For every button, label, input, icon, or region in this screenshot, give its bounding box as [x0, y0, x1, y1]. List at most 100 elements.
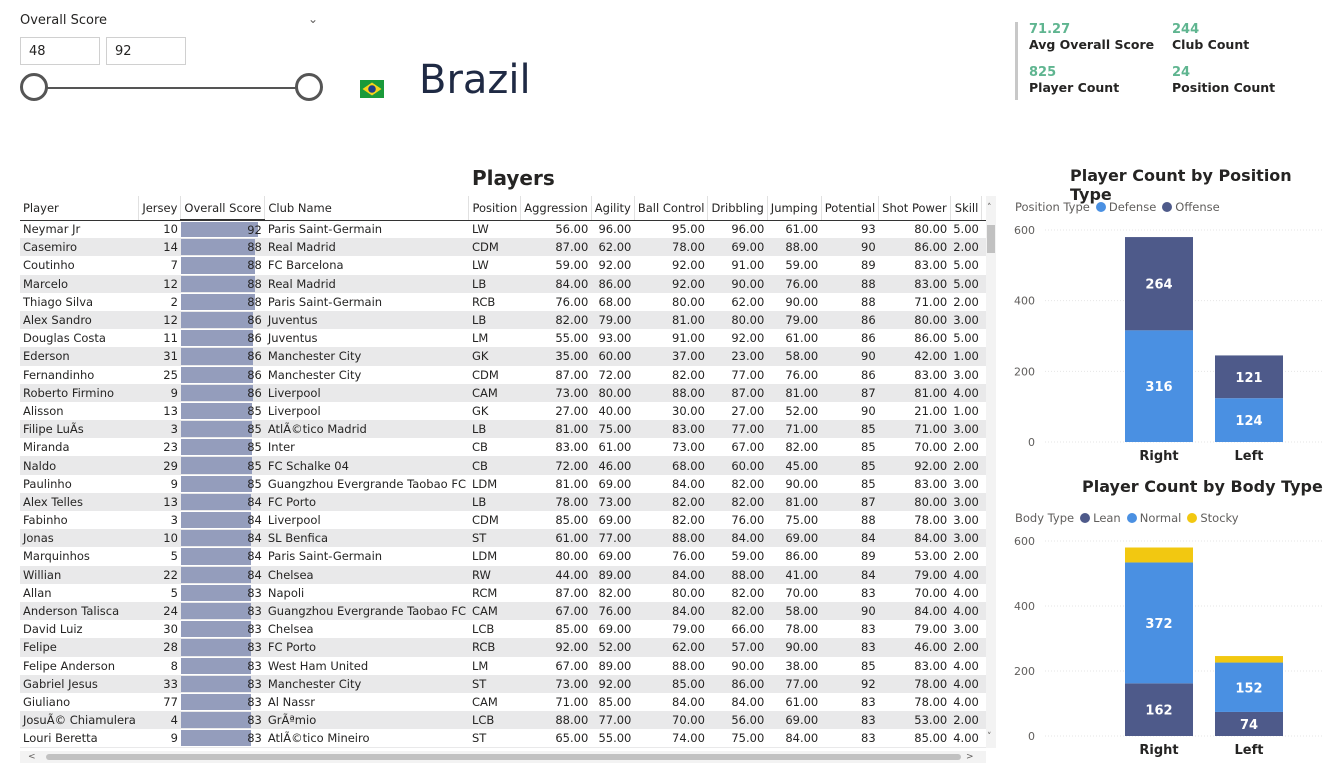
table-row[interactable]: Paulinho 9 85 Guangzhou Evergrande Taobao F… — [20, 475, 986, 493]
overall-score-cell: 83 — [180, 657, 265, 675]
legend-item[interactable]: Lean — [1093, 511, 1121, 525]
column-header[interactable]: Player — [20, 196, 140, 221]
chevron-down-icon[interactable]: ⌄ — [308, 12, 318, 26]
column-header[interactable]: Jumping — [767, 196, 822, 221]
column-header[interactable]: Agility — [591, 196, 635, 221]
table-row[interactable]: Anderson Talisca 24 83 Guangzhou Evergrande… — [20, 601, 986, 621]
scroll-right-icon[interactable]: > — [966, 752, 974, 762]
table-row[interactable]: Gabriel Jesus 33 83 Manchester City ST 73.00 9… — [20, 674, 986, 693]
table-row[interactable]: Giuliano 77 83 Al Nassr CAM 71.00 85.00 84.00 84… — [20, 693, 986, 711]
table-cell: 95.00 — [672, 222, 705, 237]
table-row[interactable]: Miranda 23 85 Inter CB 83.00 61.00 73.00 67.00 82… — [20, 438, 986, 456]
table-cell: Liverpool — [264, 383, 469, 402]
table-row[interactable]: Roberto Firmino 9 86 Liverpool CAM 73.00 80.00… — [20, 383, 986, 402]
column-header[interactable]: Shot Power — [878, 196, 951, 221]
table-row[interactable]: Neymar Jr 10 92 Paris Saint-Germain LW 56.00 9… — [20, 220, 986, 238]
column-header[interactable]: Potential — [821, 196, 880, 221]
vertical-scrollbar[interactable] — [986, 196, 996, 748]
kpi-avg-overall: 71.27 Avg Overall Score — [1029, 22, 1154, 52]
legend-item[interactable]: Normal — [1140, 511, 1182, 525]
table-row[interactable]: Alisson 13 85 Liverpool GK 27.00 40.00 30.00 27.… — [20, 402, 986, 420]
column-header[interactable]: Position — [468, 196, 522, 221]
bar-segment[interactable] — [1125, 547, 1193, 563]
score-value: 85 — [247, 403, 262, 418]
slicer-min-input[interactable]: 48 — [20, 37, 100, 65]
table-cell: 53.00 — [878, 711, 951, 730]
table-row[interactable]: Alex Telles 13 84 FC Porto LB 78.00 73.00 82.00… — [20, 492, 986, 511]
column-header[interactable]: Skill — [950, 196, 983, 221]
column-header[interactable]: Ball Control — [634, 196, 709, 221]
slider-min-handle[interactable] — [20, 73, 48, 101]
chart-title: Player Count by Body Type — [1082, 477, 1323, 496]
table-cell — [264, 747, 469, 748]
scroll-up-icon[interactable]: ˄ — [987, 203, 992, 213]
table-cell: 69.00 — [598, 549, 632, 564]
table-cell: 81.00 — [878, 383, 951, 402]
table-cell: 28 — [138, 638, 181, 657]
table-cell: 85.00 — [914, 731, 948, 746]
column-header[interactable]: Dribbling — [707, 196, 768, 221]
table-cell: 85.00 — [555, 622, 589, 637]
table-row[interactable]: Naldo 29 85 FC Schalke 04 CB 72.00 46.00 68.00 6… — [20, 456, 986, 475]
table-cell: 92.00 — [731, 331, 765, 346]
x-category-label: Right — [1139, 743, 1178, 758]
table-row[interactable]: Ederson 31 86 Manchester City GK 35.00 60.00 37… — [20, 347, 986, 366]
scroll-down-icon[interactable]: ˅ — [987, 732, 992, 742]
column-header[interactable]: Jersey — [138, 196, 182, 221]
column-header[interactable]: Aggression — [520, 196, 592, 221]
score-value: 83 — [247, 604, 262, 619]
score-value: 83 — [247, 694, 262, 709]
score-value: 85 — [247, 440, 262, 455]
table-cell: 88.00 — [672, 658, 705, 673]
table-cell: 87.00 — [555, 367, 589, 382]
table-row[interactable]: Felipe Anderson 8 83 West Ham United LM 67.00… — [20, 657, 986, 675]
table-cell: 85.00 — [555, 513, 589, 528]
table-cell: 25 — [163, 367, 178, 382]
slider-track[interactable] — [33, 87, 309, 89]
scroll-left-icon[interactable]: < — [28, 752, 36, 762]
column-header[interactable]: Overall Score — [180, 196, 266, 221]
chart-legend: Body Type Lean Normal Stocky — [1015, 511, 1239, 525]
legend-item[interactable]: Stocky — [1200, 511, 1238, 525]
table-row[interactable]: Casemiro 14 88 Real Madrid CDM 87.00 62.00 78.0… — [20, 238, 986, 257]
horizontal-scroll-thumb[interactable] — [46, 754, 961, 760]
slider-max-handle[interactable] — [295, 73, 323, 101]
table-row[interactable]: Marquinhos 5 84 Paris Saint-Germain LDM 80.00… — [20, 547, 986, 565]
table-cell: 30.00 — [672, 403, 705, 418]
y-tick-label: 0 — [1028, 730, 1035, 743]
table-row[interactable]: Fernandinho 25 86 Manchester City CDM 87.00 72… — [20, 366, 986, 384]
legend-item[interactable]: Defense — [1109, 200, 1156, 214]
table-cell: 80.00 — [878, 492, 951, 511]
table-cell: 84.00 — [878, 601, 951, 621]
table-cell: 77.00 — [767, 674, 822, 693]
table-row[interactable]: Alex Sandro 12 86 Juventus LB 82.00 79.00 81.00… — [20, 310, 986, 330]
table-row[interactable]: Louri Beretta 9 83 AtlÃ©tico Mineiro ST 65.00… — [20, 729, 986, 747]
column-header[interactable]: Club Name — [264, 196, 470, 221]
table-cell: 82.00 — [634, 492, 708, 511]
table-row[interactable]: LDM — [20, 747, 986, 748]
table-cell: 84.00 — [520, 274, 592, 293]
table-cell: Real Madrid — [264, 238, 469, 257]
overall-score-cell: 88 — [180, 274, 265, 293]
bar-segment[interactable] — [1215, 656, 1283, 663]
table-row[interactable]: Coutinho 7 88 FC Barcelona LW 59.00 92.00 92.00… — [20, 256, 986, 274]
table-cell: 45.00 — [767, 456, 822, 475]
table-row[interactable]: David Luiz 30 83 Chelsea LCB 85.00 69.00 79.00 6… — [20, 620, 986, 638]
table-row[interactable]: Filipe LuÃs 3 85 AtlÃ©tico Madrid LB 81.00 75.… — [20, 420, 986, 439]
slicer-max-input[interactable]: 92 — [106, 37, 186, 65]
table-cell: Naldo — [20, 456, 139, 475]
table-row[interactable]: JosuÃ© Chiamulera 4 83 GrÃªmio LCB 88.00 77.00… — [20, 711, 986, 730]
table-row[interactable]: Jonas 10 84 SL Benfica ST 61.00 77.00 88.00 84.0… — [20, 529, 986, 548]
vertical-scroll-thumb[interactable] — [987, 225, 995, 253]
table-cell: 2.00 — [950, 711, 982, 730]
table-cell: Ederson — [20, 347, 139, 366]
table-row[interactable]: Allan 5 83 Napoli RCM 87.00 82.00 80.00 82.00 70.… — [20, 584, 986, 602]
table-row[interactable]: Marcelo 12 88 Real Madrid LB 84.00 86.00 92.00 9… — [20, 274, 986, 293]
table-row[interactable]: Thiago Silva 2 88 Paris Saint-Germain RCB 76.… — [20, 293, 986, 311]
table-row[interactable]: Willian 22 84 Chelsea RW 44.00 89.00 84.00 88.00… — [20, 565, 986, 584]
table-row[interactable]: Felipe 28 83 FC Porto RCB 92.00 52.00 62.00 57.0… — [20, 638, 986, 657]
table-row[interactable]: Fabinho 3 84 Liverpool CDM 85.00 69.00 82.00 76.… — [20, 511, 986, 529]
legend-item[interactable]: Offense — [1175, 200, 1219, 214]
table-row[interactable]: Douglas Costa 11 86 Juventus LM 55.00 93.00 91.… — [20, 329, 986, 347]
overall-score-cell: 86 — [180, 347, 265, 366]
